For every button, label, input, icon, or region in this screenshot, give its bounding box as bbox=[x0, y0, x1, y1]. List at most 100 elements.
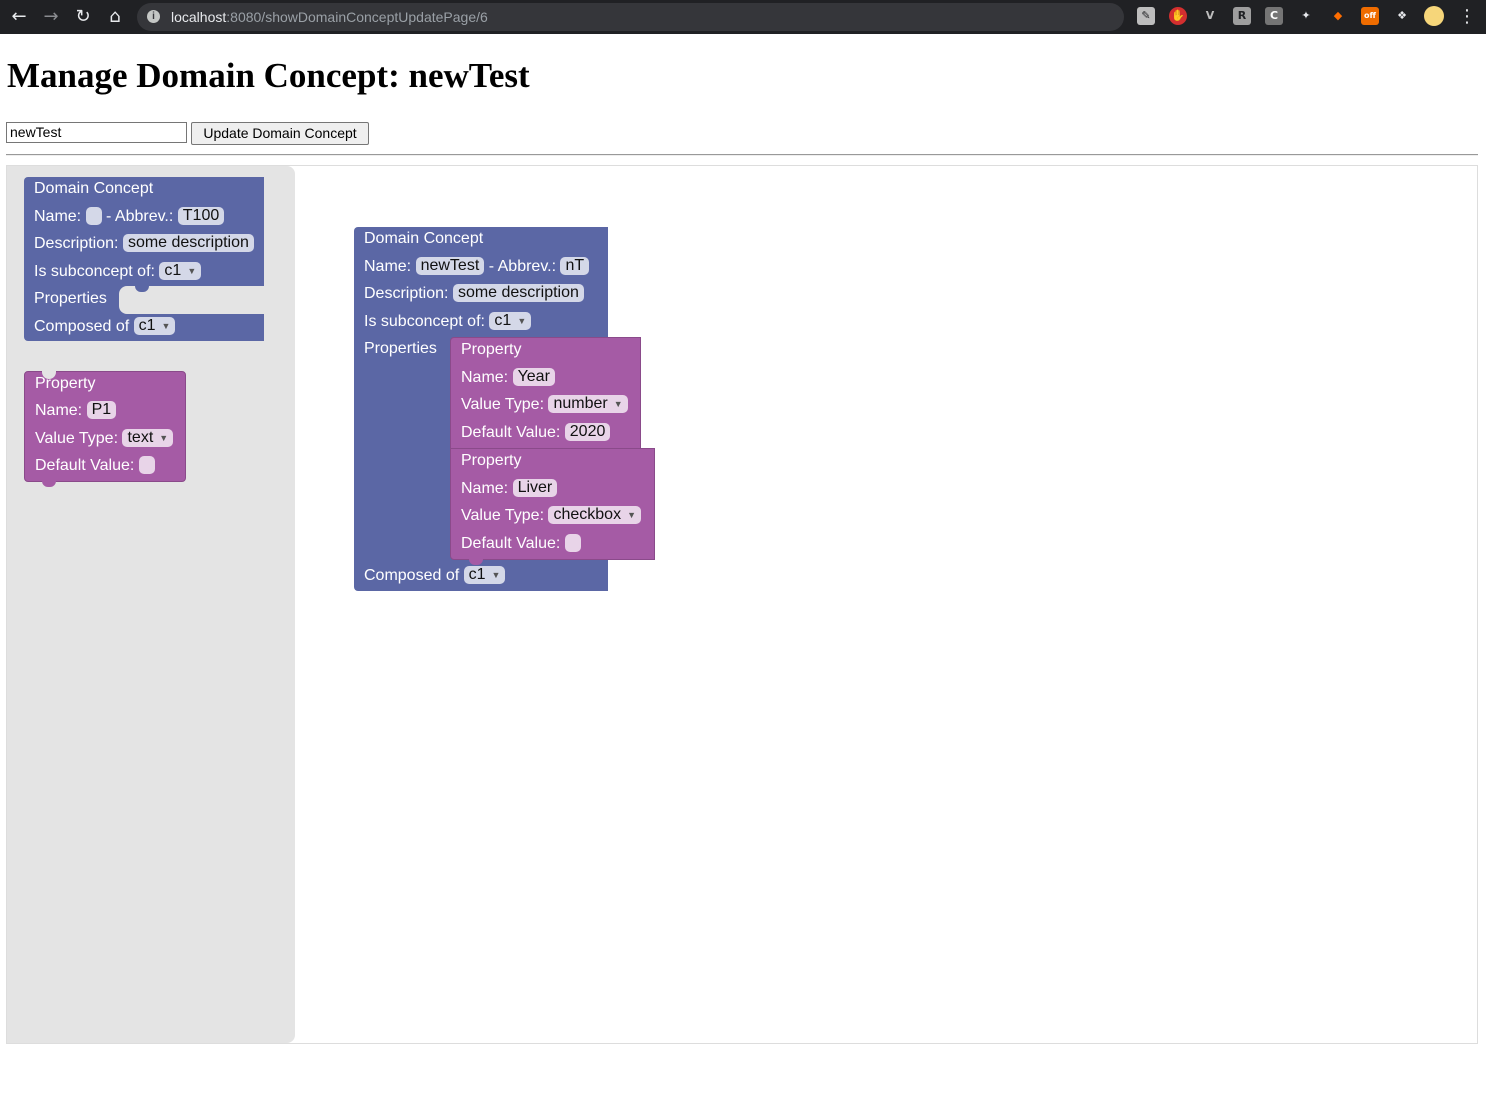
chevron-down-icon: ▼ bbox=[627, 509, 636, 520]
composed-row: Composed of c1 ▼ bbox=[364, 565, 506, 587]
name-field[interactable]: Liver bbox=[512, 478, 558, 497]
default-label: Default Value: bbox=[461, 535, 561, 552]
chevron-down-icon: ▼ bbox=[491, 569, 501, 580]
description-row: Description: some description bbox=[34, 233, 254, 255]
subconcept-dropdown[interactable]: c1 ▼ bbox=[159, 261, 202, 280]
value-type-value: checkbox bbox=[553, 506, 622, 523]
url-text: localhost:8080/showDomainConceptUpdatePa… bbox=[171, 9, 488, 25]
default-label: Default Value: bbox=[35, 457, 135, 474]
description-field[interactable]: some description bbox=[122, 233, 254, 252]
avatar[interactable] bbox=[1424, 6, 1444, 26]
pin-icon[interactable]: ✦ bbox=[1297, 7, 1315, 25]
name-label: Name: bbox=[364, 258, 412, 275]
subconcept-label: Is subconcept of: bbox=[364, 313, 485, 330]
value-type-dropdown[interactable]: text ▼ bbox=[122, 428, 174, 447]
home-icon[interactable]: ⌂ bbox=[102, 4, 128, 30]
menu-icon[interactable]: ⋮ bbox=[1458, 4, 1476, 30]
vue-devtools-icon[interactable]: V bbox=[1201, 7, 1219, 25]
chevron-down-icon: ▼ bbox=[613, 398, 623, 409]
divider bbox=[6, 154, 1478, 156]
separator: - bbox=[488, 258, 495, 275]
reload-icon[interactable]: ↻ bbox=[70, 4, 96, 30]
extension-icon[interactable]: ✎ bbox=[1137, 7, 1155, 25]
block-header: Domain Concept bbox=[364, 230, 484, 247]
update-domain-concept-button[interactable]: Update Domain Concept bbox=[191, 122, 369, 145]
block-header: Domain Concept bbox=[34, 180, 154, 197]
name-field[interactable]: P1 bbox=[86, 400, 117, 419]
composed-dropdown[interactable]: c1 ▼ bbox=[133, 316, 176, 335]
toolbox-property-block[interactable]: Property Name: P1 Value Type: text ▼ Defa… bbox=[24, 371, 186, 482]
adblock-icon[interactable]: ✋ bbox=[1169, 7, 1187, 25]
name-label: Name: bbox=[34, 208, 82, 225]
description-field[interactable]: some description bbox=[452, 283, 584, 302]
value-type-label: Value Type: bbox=[461, 507, 545, 524]
value-type-dropdown[interactable]: checkbox ▼ bbox=[548, 505, 641, 524]
description-row: Description: some description bbox=[364, 283, 584, 305]
composed-value: c1 bbox=[468, 566, 486, 583]
name-label: Name: bbox=[461, 480, 509, 497]
composed-row: Composed of c1 ▼ bbox=[34, 316, 176, 338]
abbrev-label: Abbrev.: bbox=[497, 258, 557, 275]
abbrev-label: Abbrev.: bbox=[114, 208, 174, 225]
name-field[interactable]: Year bbox=[512, 367, 555, 386]
value-type-row: Value Type: checkbox ▼ bbox=[461, 505, 641, 527]
default-field[interactable]: 2020 bbox=[564, 422, 611, 441]
subconcept-label: Is subconcept of: bbox=[34, 263, 155, 280]
name-label: Name: bbox=[35, 402, 83, 419]
value-type-dropdown[interactable]: number ▼ bbox=[548, 394, 628, 413]
properties-label: Properties bbox=[34, 290, 107, 307]
subconcept-row: Is subconcept of: c1 ▼ bbox=[364, 311, 532, 333]
browser-toolbar: ← → ↻ ⌂ i localhost:8080/showDomainConce… bbox=[0, 0, 1486, 34]
name-row: Name: Liver bbox=[461, 478, 558, 500]
chevron-down-icon: ▼ bbox=[159, 432, 169, 443]
default-field[interactable] bbox=[564, 533, 581, 552]
back-icon[interactable]: ← bbox=[6, 4, 32, 30]
composed-label: Composed of bbox=[34, 318, 130, 335]
default-row: Default Value: bbox=[461, 533, 581, 555]
property-block-liver[interactable]: Property Name: Liver Value Type: checkbo… bbox=[450, 448, 655, 560]
value-type-value: text bbox=[127, 429, 154, 446]
properties-label: Properties bbox=[364, 340, 437, 357]
subconcept-dropdown[interactable]: c1 ▼ bbox=[489, 311, 532, 330]
block-tab bbox=[42, 481, 56, 487]
value-type-row: Value Type: number ▼ bbox=[461, 394, 628, 416]
extension-icon[interactable]: R bbox=[1233, 7, 1251, 25]
page-title: Manage Domain Concept: newTest bbox=[7, 56, 530, 95]
name-row: Name: Year bbox=[461, 367, 555, 389]
property-block-year[interactable]: Property Name: Year Value Type: number ▼ … bbox=[450, 337, 641, 449]
name-field[interactable]: newTest bbox=[415, 256, 485, 275]
extension-icon[interactable]: ◆ bbox=[1329, 7, 1347, 25]
composed-dropdown[interactable]: c1 ▼ bbox=[463, 565, 506, 584]
separator: - bbox=[106, 208, 112, 225]
composed-value: c1 bbox=[138, 317, 156, 334]
site-info-icon[interactable]: i bbox=[147, 10, 160, 23]
chevron-down-icon: ▼ bbox=[161, 320, 171, 331]
subconcept-value: c1 bbox=[164, 262, 182, 279]
puzzle-icon[interactable]: ❖ bbox=[1393, 7, 1411, 25]
domain-concept-name-input[interactable] bbox=[6, 122, 187, 143]
extension-icon[interactable]: off bbox=[1361, 7, 1379, 25]
abbrev-field[interactable]: nT bbox=[560, 256, 590, 275]
name-row: Name: newTest - Abbrev.: nT bbox=[364, 256, 590, 278]
value-type-value: number bbox=[553, 395, 608, 412]
value-type-label: Value Type: bbox=[461, 396, 545, 413]
toolbox-domain-concept-block[interactable]: Domain Concept Name: - Abbrev.: T100 Des… bbox=[24, 177, 264, 341]
value-type-row: Value Type: text ▼ bbox=[35, 428, 174, 450]
name-row: Name: P1 bbox=[35, 400, 117, 422]
abbrev-field[interactable]: T100 bbox=[177, 206, 225, 225]
value-type-label: Value Type: bbox=[35, 430, 119, 447]
default-row: Default Value: bbox=[35, 455, 155, 477]
blockly-workspace[interactable]: Domain Concept Name: - Abbrev.: T100 Des… bbox=[6, 165, 1478, 1044]
address-bar[interactable]: i localhost:8080/showDomainConceptUpdate… bbox=[137, 3, 1124, 31]
name-label: Name: bbox=[461, 369, 509, 386]
default-label: Default Value: bbox=[461, 424, 561, 441]
forward-icon[interactable]: → bbox=[38, 4, 64, 30]
subconcept-value: c1 bbox=[494, 312, 512, 329]
default-field[interactable] bbox=[138, 455, 155, 474]
extension-icon[interactable]: C bbox=[1265, 7, 1283, 25]
subconcept-row: Is subconcept of: c1 ▼ bbox=[34, 261, 202, 283]
description-label: Description: bbox=[364, 285, 449, 302]
toolbox-flyout: Domain Concept Name: - Abbrev.: T100 Des… bbox=[7, 166, 295, 1043]
name-field[interactable] bbox=[85, 206, 102, 225]
block-header: Property bbox=[461, 452, 522, 469]
